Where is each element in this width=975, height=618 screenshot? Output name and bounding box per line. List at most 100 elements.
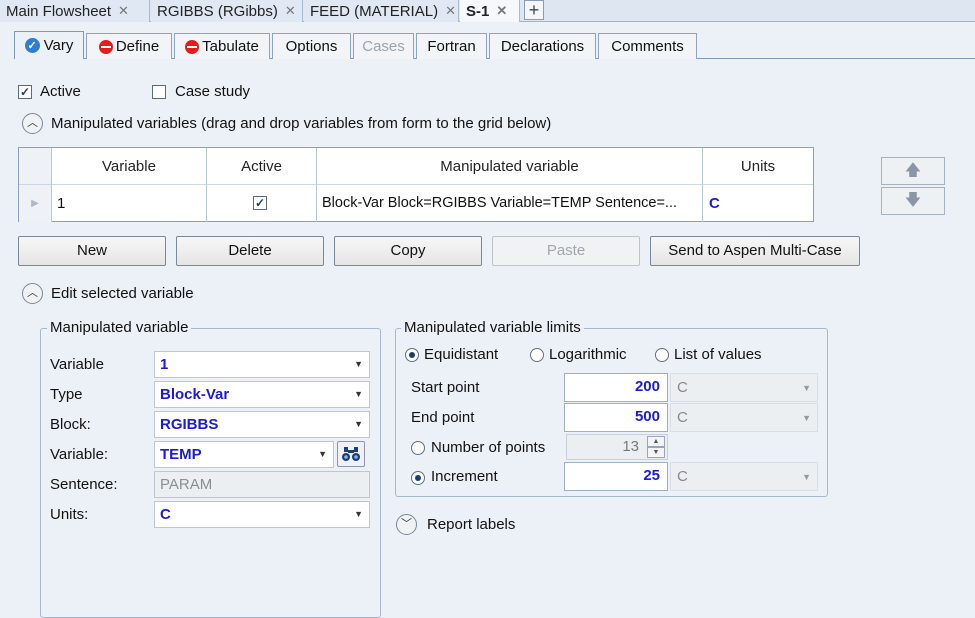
- grid-corner-header[interactable]: [19, 148, 52, 185]
- copy-button[interactable]: Copy: [334, 236, 482, 266]
- doc-tab-main-flowsheet[interactable]: Main Flowsheet ✕: [0, 0, 150, 22]
- increment-radio[interactable]: [411, 471, 425, 485]
- active-checkbox[interactable]: ✓: [18, 85, 32, 99]
- tab-label: Fortran: [427, 38, 476, 55]
- start-point-label: Start point: [411, 379, 480, 396]
- tab-options[interactable]: Options: [272, 33, 351, 59]
- tab-cases[interactable]: Cases: [353, 33, 414, 59]
- close-icon[interactable]: ✕: [496, 3, 507, 19]
- paste-button[interactable]: Paste: [492, 236, 640, 266]
- field-label-units: Units:: [50, 506, 89, 523]
- chevron-down-icon: ▼: [802, 472, 811, 482]
- manipulated-section-label: Manipulated variables (drag and drop var…: [51, 115, 552, 132]
- grid-cell-units[interactable]: C: [703, 185, 813, 222]
- logarithmic-radio[interactable]: [530, 348, 544, 362]
- field-value: C: [677, 468, 688, 485]
- sentence-field: PARAM: [154, 471, 370, 498]
- limits-group-title: Manipulated variable limits: [401, 319, 584, 336]
- field-value: 1: [160, 356, 169, 373]
- doc-tab-label: RGIBBS (RGibbs): [157, 2, 278, 20]
- add-tab-button[interactable]: +: [524, 0, 544, 20]
- close-icon[interactable]: ✕: [445, 3, 456, 19]
- close-icon[interactable]: ✕: [118, 3, 129, 19]
- collapse-manipulated-button[interactable]: ︿: [22, 113, 43, 134]
- manipulated-variables-grid: Variable Active Manipulated variable Uni…: [18, 147, 814, 222]
- collapse-edit-button[interactable]: ︿: [22, 283, 43, 304]
- doc-tab-rgibbs[interactable]: RGIBBS (RGibbs) ✕: [151, 0, 303, 22]
- field-value: C: [677, 379, 688, 396]
- row-active-checkbox[interactable]: ✓: [253, 196, 267, 210]
- list-of-values-label: List of values: [674, 346, 762, 363]
- field-label-sentence: Sentence:: [50, 476, 118, 493]
- chevron-down-icon: ▼: [802, 413, 811, 423]
- column-header-active[interactable]: Active: [207, 148, 317, 185]
- start-point-input[interactable]: 200: [564, 373, 668, 402]
- chevron-down-icon: ▼: [354, 389, 363, 399]
- tab-declarations[interactable]: Declarations: [489, 33, 596, 59]
- report-labels-label: Report labels: [427, 516, 516, 533]
- block-dropdown[interactable]: RGIBBS ▼: [154, 411, 370, 438]
- field-label-variable: Variable: [50, 356, 104, 373]
- spin-down-icon: ▼: [647, 447, 665, 458]
- chevron-down-icon: ▼: [354, 509, 363, 519]
- end-unit-dropdown: C ▼: [670, 403, 818, 432]
- increment-unit-dropdown: C ▼: [670, 462, 818, 491]
- list-of-values-radio[interactable]: [655, 348, 669, 362]
- column-header-units[interactable]: Units: [703, 148, 813, 185]
- spin-up-icon: ▲: [647, 436, 665, 447]
- tab-define[interactable]: Define: [86, 33, 172, 59]
- tab-label: Cases: [362, 38, 405, 55]
- field-value: RGIBBS: [160, 416, 219, 433]
- variable-number-dropdown[interactable]: 1 ▼: [154, 351, 370, 378]
- binoculars-search-button[interactable]: [337, 441, 365, 467]
- check-status-icon: ✓: [24, 38, 40, 53]
- send-to-multicase-button[interactable]: Send to Aspen Multi-Case: [650, 236, 860, 266]
- grid-cell-variable[interactable]: 1: [52, 185, 207, 222]
- type-dropdown[interactable]: Block-Var ▼: [154, 381, 370, 408]
- move-down-button[interactable]: 🡇: [881, 187, 945, 215]
- field-value: 13: [622, 438, 639, 455]
- move-up-button[interactable]: 🡅: [881, 157, 945, 185]
- end-point-label: End point: [411, 409, 475, 426]
- delete-button[interactable]: Delete: [176, 236, 324, 266]
- tab-label: Vary: [43, 37, 74, 54]
- close-icon[interactable]: ✕: [285, 3, 296, 19]
- number-of-points-radio[interactable]: [411, 441, 425, 455]
- doc-tab-s1[interactable]: S-1 ✕: [460, 0, 520, 22]
- doc-tab-feed[interactable]: FEED (MATERIAL) ✕: [304, 0, 459, 22]
- column-header-manipulated-variable[interactable]: Manipulated variable: [317, 148, 703, 185]
- tab-fortran[interactable]: Fortran: [416, 33, 487, 59]
- equidistant-label: Equidistant: [424, 346, 499, 363]
- logarithmic-label: Logarithmic: [549, 346, 627, 363]
- case-study-checkbox[interactable]: [152, 85, 166, 99]
- end-point-input[interactable]: 500: [564, 403, 668, 432]
- tab-comments[interactable]: Comments: [598, 33, 697, 59]
- chevron-down-icon: ▼: [354, 359, 363, 369]
- field-label-block: Block:: [50, 416, 91, 433]
- number-of-points-spinner: 13 ▲ ▼: [566, 434, 668, 460]
- units-dropdown[interactable]: C ▼: [154, 501, 370, 528]
- row-selector[interactable]: ▶: [19, 185, 52, 222]
- new-button[interactable]: New: [18, 236, 166, 266]
- tab-label: Tabulate: [202, 38, 259, 55]
- increment-label: Increment: [431, 468, 498, 485]
- field-value: PARAM: [160, 476, 213, 493]
- equidistant-radio[interactable]: [405, 348, 419, 362]
- edit-section-label: Edit selected variable: [51, 285, 194, 302]
- tab-label: Options: [285, 38, 338, 55]
- increment-input[interactable]: 25: [564, 462, 668, 491]
- expand-report-labels-button[interactable]: ﹀: [396, 514, 417, 535]
- column-header-variable[interactable]: Variable: [52, 148, 207, 185]
- manipulated-variable-group-title: Manipulated variable: [47, 319, 192, 336]
- chevron-down-icon: ▼: [802, 383, 811, 393]
- tab-vary[interactable]: ✓ Vary: [14, 31, 84, 59]
- variable-name-dropdown[interactable]: TEMP ▼: [154, 441, 334, 468]
- tab-label: Comments: [611, 38, 684, 55]
- tab-tabulate[interactable]: Tabulate: [174, 33, 270, 59]
- field-label-type: Type: [50, 386, 83, 403]
- start-unit-dropdown: C ▼: [670, 373, 818, 402]
- active-label: Active: [40, 83, 81, 100]
- grid-cell-manipulated-variable[interactable]: Block-Var Block=RGIBBS Variable=TEMP Sen…: [317, 185, 703, 222]
- grid-cell-active[interactable]: ✓: [207, 185, 317, 222]
- field-value: C: [677, 409, 688, 426]
